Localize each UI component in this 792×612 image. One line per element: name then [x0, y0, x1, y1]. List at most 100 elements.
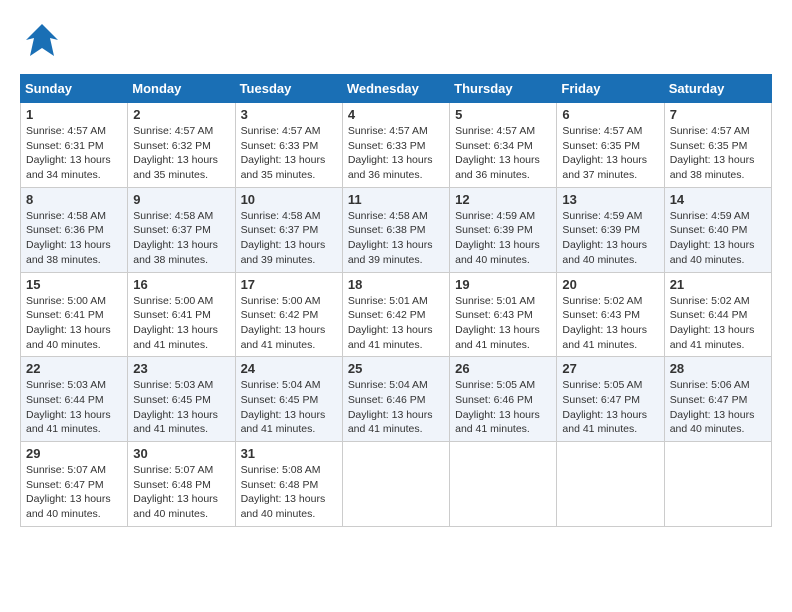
calendar-cell: 20 Sunrise: 5:02 AMSunset: 6:43 PMDayligh…	[557, 272, 664, 357]
day-info: Sunrise: 5:01 AMSunset: 6:42 PMDaylight:…	[348, 294, 444, 353]
calendar-table: SundayMondayTuesdayWednesdayThursdayFrid…	[20, 74, 772, 527]
day-number: 7	[670, 107, 766, 122]
calendar-cell	[342, 442, 449, 527]
calendar-cell: 28Sunrise: 5:06 AMSunset: 6:47 PMDayligh…	[664, 357, 771, 442]
calendar-cell: 25Sunrise: 5:04 AMSunset: 6:46 PMDayligh…	[342, 357, 449, 442]
day-number: 24	[241, 361, 337, 376]
calendar-cell: 21 Sunrise: 5:02 AMSunset: 6:44 PMDayligh…	[664, 272, 771, 357]
calendar-cell: 1 Sunrise: 4:57 AMSunset: 6:31 PMDaylight…	[21, 103, 128, 188]
day-info: Sunrise: 5:02 AMSunset: 6:43 PMDaylight:…	[562, 294, 658, 353]
day-number: 22	[26, 361, 122, 376]
calendar-body: 1 Sunrise: 4:57 AMSunset: 6:31 PMDaylight…	[21, 103, 772, 527]
day-number: 9	[133, 192, 229, 207]
calendar-week-row: 8Sunrise: 4:58 AMSunset: 6:36 PMDaylight…	[21, 187, 772, 272]
calendar-cell: 22Sunrise: 5:03 AMSunset: 6:44 PMDayligh…	[21, 357, 128, 442]
weekday-header-monday: Monday	[128, 75, 235, 103]
day-number: 23	[133, 361, 229, 376]
calendar-week-row: 29Sunrise: 5:07 AMSunset: 6:47 PMDayligh…	[21, 442, 772, 527]
day-info: Sunrise: 5:05 AMSunset: 6:46 PMDaylight:…	[455, 378, 551, 437]
day-info: Sunrise: 4:58 AMSunset: 6:37 PMDaylight:…	[241, 209, 337, 268]
calendar-cell: 19 Sunrise: 5:01 AMSunset: 6:43 PMDayligh…	[450, 272, 557, 357]
logo-bird-icon	[20, 20, 64, 64]
day-number: 21	[670, 277, 766, 292]
day-number: 13	[562, 192, 658, 207]
page-header	[20, 20, 772, 64]
calendar-cell: 5Sunrise: 4:57 AMSunset: 6:34 PMDaylight…	[450, 103, 557, 188]
day-number: 26	[455, 361, 551, 376]
day-info: Sunrise: 5:00 AMSunset: 6:41 PMDaylight:…	[26, 294, 122, 353]
day-number: 6	[562, 107, 658, 122]
calendar-cell: 3 Sunrise: 4:57 AMSunset: 6:33 PMDaylight…	[235, 103, 342, 188]
day-info: Sunrise: 5:07 AMSunset: 6:48 PMDaylight:…	[133, 463, 229, 522]
calendar-cell: 24 Sunrise: 5:04 AMSunset: 6:45 PMDayligh…	[235, 357, 342, 442]
day-number: 29	[26, 446, 122, 461]
calendar-cell	[557, 442, 664, 527]
day-info: Sunrise: 5:06 AMSunset: 6:47 PMDaylight:…	[670, 378, 766, 437]
day-info: Sunrise: 5:04 AMSunset: 6:45 PMDaylight:…	[241, 378, 337, 437]
calendar-cell: 30 Sunrise: 5:07 AMSunset: 6:48 PMDayligh…	[128, 442, 235, 527]
day-number: 1	[26, 107, 122, 122]
calendar-week-row: 22Sunrise: 5:03 AMSunset: 6:44 PMDayligh…	[21, 357, 772, 442]
calendar-cell: 6Sunrise: 4:57 AMSunset: 6:35 PMDaylight…	[557, 103, 664, 188]
day-info: Sunrise: 4:59 AMSunset: 6:39 PMDaylight:…	[562, 209, 658, 268]
day-info: Sunrise: 4:57 AMSunset: 6:33 PMDaylight:…	[241, 124, 337, 183]
calendar-cell: 29Sunrise: 5:07 AMSunset: 6:47 PMDayligh…	[21, 442, 128, 527]
day-info: Sunrise: 4:57 AMSunset: 6:31 PMDaylight:…	[26, 124, 122, 183]
weekday-header-friday: Friday	[557, 75, 664, 103]
day-info: Sunrise: 4:59 AMSunset: 6:40 PMDaylight:…	[670, 209, 766, 268]
calendar-cell: 2Sunrise: 4:57 AMSunset: 6:32 PMDaylight…	[128, 103, 235, 188]
calendar-cell: 8Sunrise: 4:58 AMSunset: 6:36 PMDaylight…	[21, 187, 128, 272]
calendar-cell: 15 Sunrise: 5:00 AMSunset: 6:41 PMDayligh…	[21, 272, 128, 357]
weekday-header-tuesday: Tuesday	[235, 75, 342, 103]
calendar-cell: 11Sunrise: 4:58 AMSunset: 6:38 PMDayligh…	[342, 187, 449, 272]
calendar-cell: 27Sunrise: 5:05 AMSunset: 6:47 PMDayligh…	[557, 357, 664, 442]
day-number: 19	[455, 277, 551, 292]
calendar-cell: 18 Sunrise: 5:01 AMSunset: 6:42 PMDayligh…	[342, 272, 449, 357]
weekday-header-row: SundayMondayTuesdayWednesdayThursdayFrid…	[21, 75, 772, 103]
calendar-cell: 23Sunrise: 5:03 AMSunset: 6:45 PMDayligh…	[128, 357, 235, 442]
calendar-week-row: 15 Sunrise: 5:00 AMSunset: 6:41 PMDayligh…	[21, 272, 772, 357]
day-info: Sunrise: 4:58 AMSunset: 6:36 PMDaylight:…	[26, 209, 122, 268]
day-number: 25	[348, 361, 444, 376]
day-number: 10	[241, 192, 337, 207]
calendar-cell: 9 Sunrise: 4:58 AMSunset: 6:37 PMDaylight…	[128, 187, 235, 272]
day-info: Sunrise: 4:58 AMSunset: 6:37 PMDaylight:…	[133, 209, 229, 268]
day-info: Sunrise: 5:01 AMSunset: 6:43 PMDaylight:…	[455, 294, 551, 353]
day-number: 12	[455, 192, 551, 207]
calendar-cell: 17 Sunrise: 5:00 AMSunset: 6:42 PMDayligh…	[235, 272, 342, 357]
weekday-header-sunday: Sunday	[21, 75, 128, 103]
day-number: 31	[241, 446, 337, 461]
day-number: 30	[133, 446, 229, 461]
weekday-header-wednesday: Wednesday	[342, 75, 449, 103]
day-number: 20	[562, 277, 658, 292]
day-number: 3	[241, 107, 337, 122]
calendar-cell: 13 Sunrise: 4:59 AMSunset: 6:39 PMDayligh…	[557, 187, 664, 272]
day-number: 11	[348, 192, 444, 207]
day-number: 17	[241, 277, 337, 292]
day-number: 14	[670, 192, 766, 207]
day-info: Sunrise: 5:08 AMSunset: 6:48 PMDaylight:…	[241, 463, 337, 522]
day-number: 4	[348, 107, 444, 122]
day-info: Sunrise: 4:57 AMSunset: 6:34 PMDaylight:…	[455, 124, 551, 183]
day-info: Sunrise: 5:02 AMSunset: 6:44 PMDaylight:…	[670, 294, 766, 353]
calendar-cell: 7 Sunrise: 4:57 AMSunset: 6:35 PMDaylight…	[664, 103, 771, 188]
calendar-cell: 31 Sunrise: 5:08 AMSunset: 6:48 PMDayligh…	[235, 442, 342, 527]
calendar-cell: 26 Sunrise: 5:05 AMSunset: 6:46 PMDayligh…	[450, 357, 557, 442]
calendar-cell: 12 Sunrise: 4:59 AMSunset: 6:39 PMDayligh…	[450, 187, 557, 272]
day-number: 15	[26, 277, 122, 292]
day-info: Sunrise: 4:59 AMSunset: 6:39 PMDaylight:…	[455, 209, 551, 268]
day-info: Sunrise: 4:57 AMSunset: 6:32 PMDaylight:…	[133, 124, 229, 183]
calendar-cell: 14 Sunrise: 4:59 AMSunset: 6:40 PMDayligh…	[664, 187, 771, 272]
calendar-cell: 16 Sunrise: 5:00 AMSunset: 6:41 PMDayligh…	[128, 272, 235, 357]
calendar-cell: 10 Sunrise: 4:58 AMSunset: 6:37 PMDayligh…	[235, 187, 342, 272]
day-info: Sunrise: 4:57 AMSunset: 6:33 PMDaylight:…	[348, 124, 444, 183]
day-info: Sunrise: 4:57 AMSunset: 6:35 PMDaylight:…	[670, 124, 766, 183]
weekday-header-saturday: Saturday	[664, 75, 771, 103]
day-number: 18	[348, 277, 444, 292]
day-info: Sunrise: 5:00 AMSunset: 6:42 PMDaylight:…	[241, 294, 337, 353]
day-info: Sunrise: 5:00 AMSunset: 6:41 PMDaylight:…	[133, 294, 229, 353]
logo	[20, 20, 68, 64]
day-number: 16	[133, 277, 229, 292]
calendar-week-row: 1 Sunrise: 4:57 AMSunset: 6:31 PMDaylight…	[21, 103, 772, 188]
day-number: 27	[562, 361, 658, 376]
